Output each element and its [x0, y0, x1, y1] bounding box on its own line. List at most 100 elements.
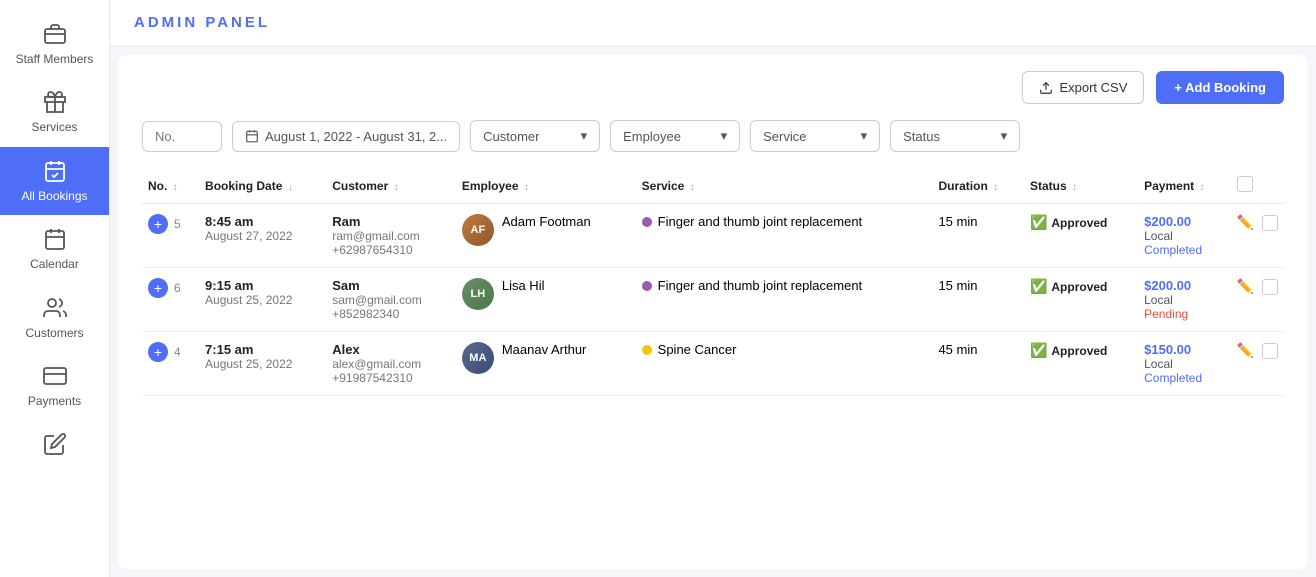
customer-email-1: sam@gmail.com [332, 293, 450, 307]
sidebar-item-staff-members[interactable]: Staff Members [0, 10, 109, 78]
cell-duration-0: 15 min [932, 204, 1023, 268]
service-filter-label: Service [763, 129, 806, 144]
cell-actions-1: ✏️ [1231, 268, 1284, 332]
col-status: Status ↕ [1024, 168, 1138, 204]
customer-phone-0: +62987654310 [332, 243, 450, 257]
service-name-1: Finger and thumb joint replacement [658, 278, 863, 293]
booking-date-0: August 27, 2022 [205, 229, 320, 243]
col-select-all[interactable] [1231, 168, 1284, 204]
payment-amount-1: $200.00 [1144, 278, 1224, 293]
service-dot-0 [642, 217, 652, 227]
col-booking-date: Booking Date ↓ [199, 168, 326, 204]
sidebar-item-services[interactable]: Services [0, 78, 109, 146]
sidebar-item-all-bookings[interactable]: All Bookings [0, 147, 109, 215]
col-service: Service ↕ [636, 168, 933, 204]
row-checkbox-2[interactable] [1262, 343, 1278, 359]
edit-row-button-0[interactable]: ✏️ [1237, 214, 1254, 231]
main-area: ADMIN PANEL Export CSV + Add Booking [110, 0, 1316, 577]
table-row: + 5 8:45 am August 27, 2022 Ram ram@gmai… [142, 204, 1284, 268]
row-number-2: 4 [174, 345, 181, 359]
col-customer: Customer ↕ [326, 168, 456, 204]
booking-time-2: 7:15 am [205, 342, 320, 357]
payment-type-0: Local [1144, 229, 1224, 243]
expand-btn-1[interactable]: + [148, 278, 168, 298]
sidebar-item-services-label: Services [31, 120, 77, 134]
cell-payment-2: $150.00 Local Completed [1138, 332, 1230, 396]
sidebar-item-customers[interactable]: Customers [0, 284, 109, 352]
cell-employee-0: AF Adam Footman [456, 204, 636, 268]
booking-time-1: 9:15 am [205, 278, 320, 293]
customer-filter[interactable]: Customer ▾ [470, 120, 600, 152]
employee-filter[interactable]: Employee ▾ [610, 120, 740, 152]
cell-payment-0: $200.00 Local Completed [1138, 204, 1230, 268]
status-icon-0: ✅ [1030, 214, 1047, 231]
sidebar-item-edit[interactable] [0, 420, 109, 468]
employee-name-2: Maanav Arthur [502, 342, 587, 357]
sidebar-item-payments[interactable]: Payments [0, 352, 109, 420]
sidebar-item-all-bookings-label: All Bookings [21, 189, 87, 203]
row-checkbox-0[interactable] [1262, 215, 1278, 231]
cell-duration-2: 45 min [932, 332, 1023, 396]
content-area: Export CSV + Add Booking August 1, 2022 … [118, 55, 1308, 569]
add-booking-label: + Add Booking [1174, 80, 1266, 95]
payment-amount-2: $150.00 [1144, 342, 1224, 357]
cell-status-0: ✅ Approved [1024, 204, 1138, 268]
sidebar-item-customers-label: Customers [25, 326, 83, 340]
expand-btn-0[interactable]: + [148, 214, 168, 234]
cell-no-1: + 6 [142, 268, 199, 332]
cell-employee-2: MA Maanav Arthur [456, 332, 636, 396]
calendar-check-icon [43, 159, 67, 183]
customer-filter-chevron: ▾ [581, 128, 588, 144]
expand-btn-2[interactable]: + [148, 342, 168, 362]
cell-status-1: ✅ Approved [1024, 268, 1138, 332]
cell-status-2: ✅ Approved [1024, 332, 1138, 396]
status-filter-label: Status [903, 129, 940, 144]
row-number-1: 6 [174, 281, 181, 295]
cell-payment-1: $200.00 Local Pending [1138, 268, 1230, 332]
payment-status-0: Completed [1144, 243, 1224, 257]
customer-phone-2: +91987542310 [332, 371, 450, 385]
number-filter-input[interactable] [142, 121, 222, 152]
employee-avatar-1: LH [462, 278, 494, 310]
export-label: Export CSV [1059, 80, 1127, 95]
payment-type-2: Local [1144, 357, 1224, 371]
employee-filter-label: Employee [623, 129, 681, 144]
briefcase-icon [43, 22, 67, 46]
employee-filter-chevron: ▾ [721, 128, 728, 144]
date-range-filter[interactable]: August 1, 2022 - August 31, 2... [232, 121, 460, 152]
users-icon [43, 296, 67, 320]
cell-customer-2: Alex alex@gmail.com +91987542310 [326, 332, 456, 396]
sidebar-item-calendar[interactable]: Calendar [0, 215, 109, 283]
status-icon-2: ✅ [1030, 342, 1047, 359]
booking-time-0: 8:45 am [205, 214, 320, 229]
cell-service-1: Finger and thumb joint replacement [636, 268, 933, 332]
upload-icon [1039, 81, 1053, 95]
toolbar: Export CSV + Add Booking [142, 71, 1284, 104]
payment-type-1: Local [1144, 293, 1224, 307]
status-label-0: Approved [1051, 216, 1107, 230]
row-checkbox-1[interactable] [1262, 279, 1278, 295]
cell-service-2: Spine Cancer [636, 332, 933, 396]
add-booking-button[interactable]: + Add Booking [1156, 71, 1284, 104]
export-csv-button[interactable]: Export CSV [1022, 71, 1144, 104]
cell-duration-1: 15 min [932, 268, 1023, 332]
service-filter[interactable]: Service ▾ [750, 120, 880, 152]
customer-filter-label: Customer [483, 129, 539, 144]
status-filter[interactable]: Status ▾ [890, 120, 1020, 152]
customer-name-1: Sam [332, 278, 450, 293]
edit-row-button-2[interactable]: ✏️ [1237, 342, 1254, 359]
edit-icon [43, 432, 67, 456]
edit-row-button-1[interactable]: ✏️ [1237, 278, 1254, 295]
sidebar-item-calendar-label: Calendar [30, 257, 79, 271]
gift-icon [43, 90, 67, 114]
cell-actions-2: ✏️ [1231, 332, 1284, 396]
page-title: ADMIN PANEL [134, 14, 270, 31]
sidebar-item-payments-label: Payments [28, 394, 81, 408]
payment-amount-0: $200.00 [1144, 214, 1224, 229]
employee-avatar-0: AF [462, 214, 494, 246]
booking-date-2: August 25, 2022 [205, 357, 320, 371]
cell-actions-0: ✏️ [1231, 204, 1284, 268]
col-duration: Duration ↕ [932, 168, 1023, 204]
cell-no-0: + 5 [142, 204, 199, 268]
employee-name-0: Adam Footman [502, 214, 591, 229]
